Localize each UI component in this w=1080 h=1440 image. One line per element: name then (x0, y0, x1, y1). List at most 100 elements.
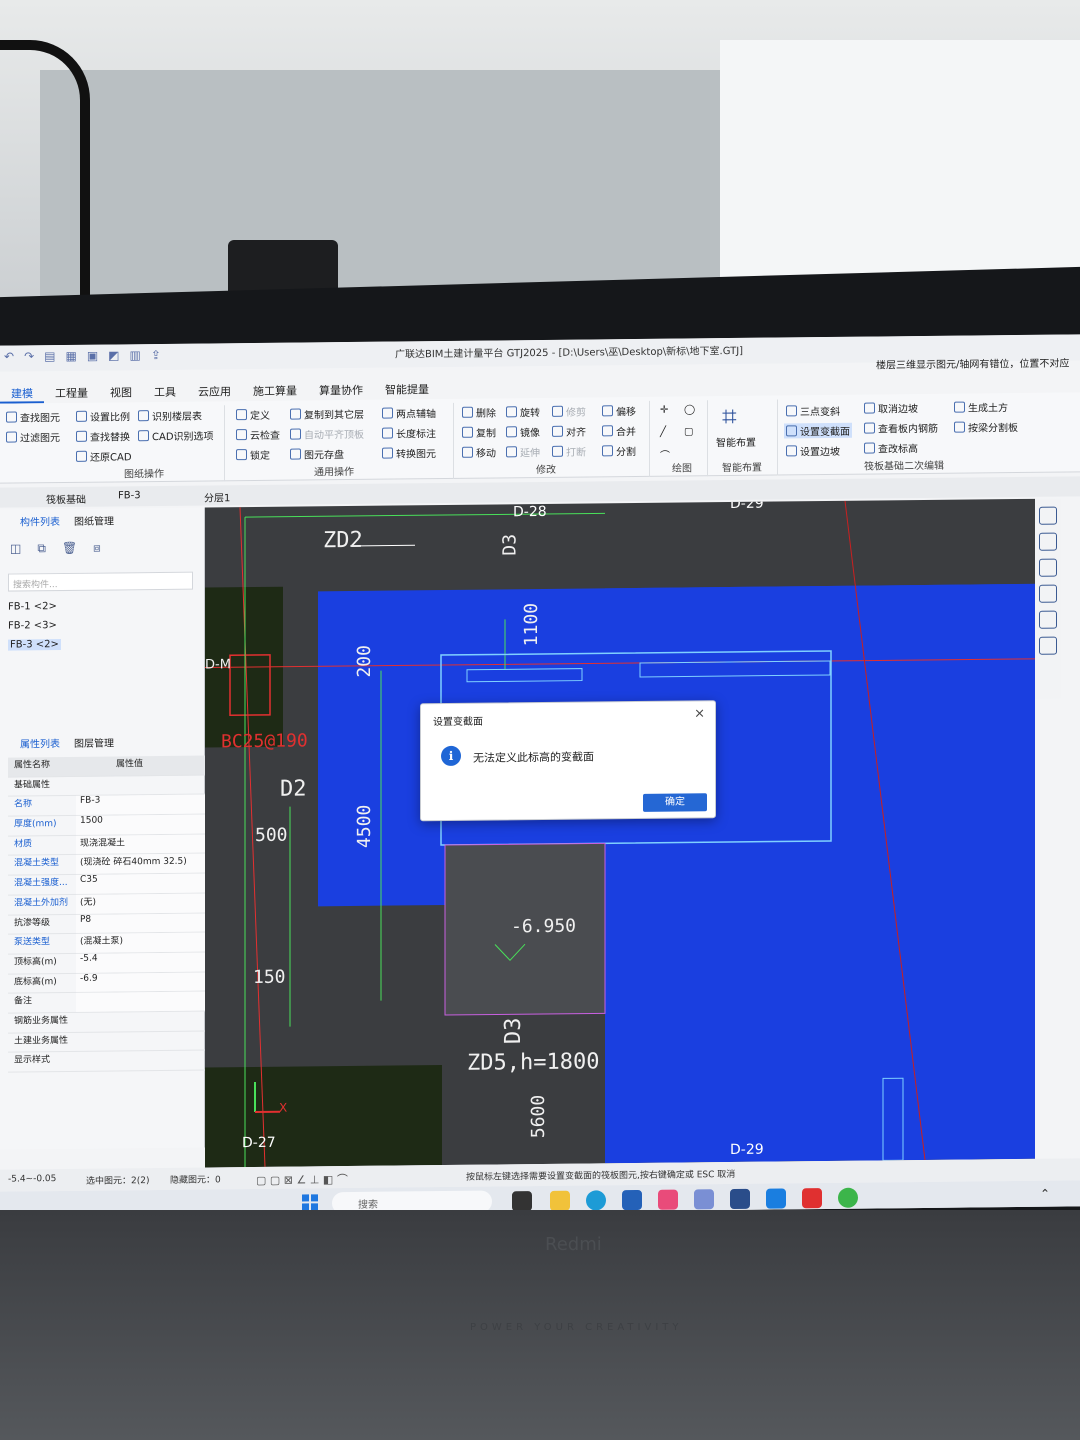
drawing-canvas[interactable]: ZD2 D3 1100 200 D-M BC25@190 D2 500 4500… (205, 498, 1035, 1168)
fit-view-icon[interactable] (1039, 584, 1057, 603)
extend-button[interactable]: 延伸 (506, 444, 540, 459)
task-view-icon[interactable] (512, 1191, 532, 1212)
layer-copy-icon[interactable]: ⧈ (93, 541, 101, 556)
rotate-button[interactable]: 旋转 (506, 404, 540, 419)
ok-button[interactable]: 确定 (643, 793, 707, 812)
table-row[interactable]: 材质 现浇混凝土 (8, 834, 206, 857)
set-variable-section-button[interactable]: 设置变截面 (784, 422, 852, 439)
table-row[interactable]: 备注 (8, 991, 206, 1014)
split-button[interactable]: 分割 (602, 443, 636, 458)
list-item[interactable]: FB-2 <3> (8, 620, 61, 640)
menu-construction[interactable]: 施工算量 (242, 382, 308, 401)
length-dimension-button[interactable]: 长度标注 (382, 425, 436, 441)
report-icon[interactable] (1039, 636, 1057, 655)
cad-options-button[interactable]: CAD识别选项 (138, 427, 214, 443)
break-button[interactable]: 打断 (552, 444, 586, 459)
redo-icon[interactable]: ↷ (24, 349, 34, 363)
define-button[interactable]: 定义 (236, 407, 270, 422)
cad-app-icon[interactable] (730, 1188, 750, 1210)
point-draw-button[interactable]: ✛ (660, 405, 668, 416)
3d-view-icon[interactable] (1039, 506, 1057, 525)
move-button[interactable]: 移动 (462, 444, 496, 460)
edge-icon[interactable] (586, 1190, 606, 1211)
trim-button[interactable]: 修剪 (552, 404, 586, 419)
layer-select[interactable]: 分层1 (204, 489, 230, 504)
table-row[interactable]: 混凝土外加剂 (无) (8, 893, 206, 916)
gtj-app-icon[interactable] (766, 1188, 786, 1209)
table-row[interactable]: 混凝土类型 (现浇砼 碎石40mm 32.5) (8, 853, 206, 876)
menu-modeling[interactable]: 建模 (0, 385, 44, 404)
line-draw-button[interactable]: ╱ (660, 427, 666, 438)
generate-earthwork-button[interactable]: 生成土方 (954, 399, 1008, 415)
table-row[interactable]: 泵送类型 (混凝土泵) (8, 932, 206, 955)
recognize-floor-table-button[interactable]: 识别楼层表 (138, 408, 202, 424)
view-rebar-button[interactable]: 查看板内钢筋 (864, 420, 938, 436)
file-explorer-icon[interactable] (550, 1190, 570, 1211)
new-icon[interactable]: ◫ (10, 541, 21, 556)
property-group[interactable]: 钢筋业务属性 (8, 1011, 206, 1034)
store-icon[interactable] (622, 1189, 642, 1211)
rect-draw-button[interactable]: ▢ (684, 426, 693, 437)
component-name-select[interactable]: FB-3 (118, 490, 141, 501)
menu-cloud[interactable]: 云应用 (187, 383, 242, 402)
snap-toolbar[interactable]: ▢ ▢ ⊠ ∠ ⊥ ◧ ⌒ (256, 1171, 348, 1188)
wechat-icon[interactable] (838, 1187, 858, 1208)
menu-smart-extract[interactable]: 智能提量 (374, 381, 440, 400)
cube-icon[interactable] (1039, 532, 1057, 551)
menu-tools[interactable]: 工具 (143, 384, 187, 402)
cloud-check-button[interactable]: 云检查 (236, 427, 280, 442)
windows-start-icon[interactable] (302, 1194, 318, 1211)
set-side-slope-button[interactable]: 设置边坡 (786, 443, 840, 459)
arc-draw-button[interactable]: ⌒ (660, 447, 670, 462)
table-row[interactable]: 底标高(m) -6.9 (8, 972, 206, 994)
table-row[interactable]: 名称 FB-3 (8, 794, 206, 817)
component-type-select[interactable]: 筏板基础 (46, 491, 86, 506)
find-replace-button[interactable]: 查找替换 (76, 428, 130, 444)
property-group[interactable]: 显示样式 (8, 1050, 206, 1073)
close-icon[interactable]: × (694, 706, 705, 721)
edit-elevation-button[interactable]: 查改标高 (864, 440, 918, 456)
table-icon[interactable]: ▥ (130, 348, 141, 362)
merge-button[interactable]: 合并 (602, 423, 636, 438)
floor-icon[interactable]: ▤ (44, 349, 55, 363)
wps-icon[interactable] (802, 1188, 822, 1209)
menu-quantity[interactable]: 工程量 (44, 385, 99, 404)
settings-icon[interactable] (694, 1189, 714, 1210)
list-item[interactable]: FB-1 <2> (8, 601, 61, 621)
chevron-up-icon[interactable]: ⌃ (1040, 1187, 1050, 1201)
smart-layout-button[interactable]: 智能布置 (716, 434, 756, 449)
export-icon[interactable]: ⇪ (151, 348, 161, 362)
grid-icon[interactable]: ▦ (65, 349, 76, 363)
property-group[interactable]: 基础属性 (8, 775, 206, 797)
delete-component-icon[interactable]: 🗑 (62, 541, 77, 556)
smart-layout-icon[interactable]: ⌗ (722, 402, 737, 433)
chart-icon[interactable]: ◩ (108, 348, 119, 362)
split-by-beam-button[interactable]: 按梁分割板 (954, 419, 1018, 435)
circle-draw-button[interactable]: ◯ (684, 404, 695, 415)
box-icon[interactable] (1039, 558, 1057, 577)
layer-icon[interactable] (1039, 610, 1057, 629)
component-search-input[interactable]: 搜索构件... (8, 571, 193, 592)
mirror-button[interactable]: 镜像 (506, 424, 540, 439)
set-scale-button[interactable]: 设置比例 (76, 408, 130, 424)
filter-element-button[interactable]: 过滤图元 (6, 429, 60, 445)
delete-button[interactable]: 删除 (462, 404, 496, 420)
app-icon[interactable] (658, 1189, 678, 1210)
restore-cad-button[interactable]: 还原CAD (76, 448, 132, 464)
align-button[interactable]: 对齐 (552, 424, 586, 439)
table-row[interactable]: 抗渗等级 P8 (8, 912, 206, 935)
copy-component-icon[interactable]: ⧉ (37, 541, 46, 556)
tab-component-list[interactable]: 构件列表 (20, 513, 60, 531)
save-element-button[interactable]: 图元存盘 (290, 446, 344, 462)
cancel-side-slope-button[interactable]: 取消边坡 (864, 400, 918, 416)
table-row[interactable]: 混凝土强度... C35 (8, 873, 206, 896)
tab-layer-management[interactable]: 图层管理 (74, 734, 114, 752)
list-item[interactable]: FB-3 <2> (8, 639, 61, 659)
copy-button[interactable]: 复制 (462, 424, 496, 440)
menu-view[interactable]: 视图 (99, 384, 143, 402)
copy-to-other-floor-button[interactable]: 复制到其它层 (290, 406, 364, 422)
table-row[interactable]: 顶标高(m) -5.4 (8, 952, 206, 975)
two-point-axis-button[interactable]: 两点辅轴 (382, 405, 436, 421)
property-group[interactable]: 土建业务属性 (8, 1031, 206, 1053)
undo-icon[interactable]: ↶ (4, 350, 14, 364)
